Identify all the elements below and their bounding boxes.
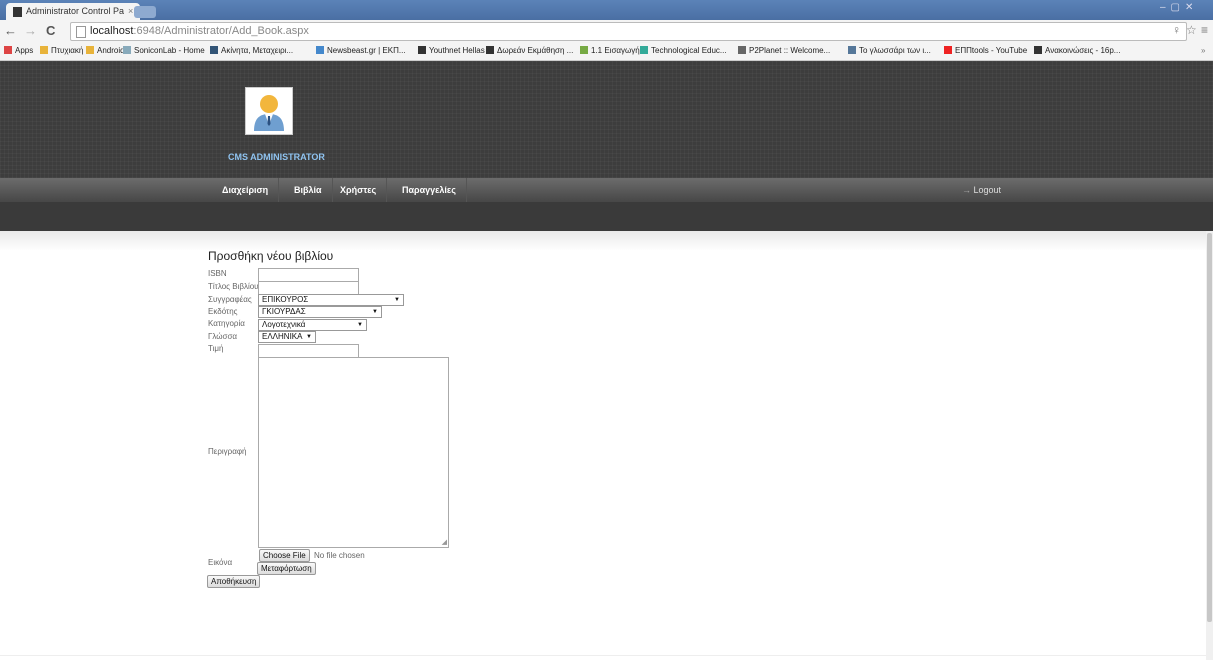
bookmark-item[interactable]: 1.1 Εισαγωγή [580, 42, 640, 60]
more-bookmarks-icon[interactable]: » [1201, 42, 1205, 60]
page-icon [486, 46, 494, 54]
dropdown-arrow-icon: ▼ [394, 297, 400, 303]
reload-icon[interactable]: C [46, 23, 55, 39]
folder-icon [40, 46, 48, 54]
browser-tab[interactable]: Administrator Control Pa × [6, 3, 140, 20]
page-header: CMS ADMINISTRATOR [0, 61, 1213, 178]
language-select[interactable]: ΕΛΛΗΝΙΚΑ ▼ [258, 331, 316, 343]
page-icon [738, 46, 746, 54]
resize-grip-icon[interactable]: ◢ [442, 538, 447, 546]
arrow-icon: → [962, 185, 974, 195]
dropdown-arrow-icon: ▼ [372, 309, 378, 315]
divider [0, 655, 1206, 656]
page-icon [640, 46, 648, 54]
choose-file-button[interactable]: Choose File [259, 549, 310, 562]
page-icon [316, 46, 324, 54]
new-tab-button[interactable] [134, 6, 156, 18]
category-value: Λογοτεχνικά [262, 320, 306, 329]
bookmark-item[interactable]: Youthnet Hellas [418, 42, 485, 60]
bookmarks-bar: Apps Πτυχιακή Android SoniconLab - Home … [0, 42, 1213, 61]
page-icon [1034, 46, 1042, 54]
dropdown-arrow-icon: ▼ [357, 322, 363, 328]
page-icon [580, 46, 588, 54]
page-icon [848, 46, 856, 54]
main-menu: Διαχείριση Βιβλία Χρήστες Παραγγελίες → … [0, 178, 1213, 202]
isbn-label: ISBN [208, 269, 227, 278]
author-value: ΕΠΙΚΟΥΡΟΣ [262, 295, 309, 304]
menu-icon[interactable]: ≡ [1201, 23, 1208, 37]
file-status: No file chosen [314, 551, 365, 560]
forward-icon[interactable]: → [24, 23, 37, 39]
menu-item-orders[interactable]: Παραγγελίες [392, 178, 467, 202]
bookmark-apps[interactable]: Apps [4, 42, 33, 60]
bookmark-item[interactable]: Android [86, 42, 125, 60]
admin-avatar [245, 87, 293, 135]
bookmark-item[interactable]: ΕΠΠtools - YouTube [944, 42, 1027, 60]
page-icon [210, 46, 218, 54]
bookmark-item[interactable]: Ακίνητα, Μεταχειρι... [210, 42, 293, 60]
menu-item-management[interactable]: Διαχείριση [212, 178, 280, 202]
address-bar[interactable]: localhost:6948/Administrator/Add_Book.as… [70, 22, 1187, 41]
folder-icon [86, 46, 94, 54]
tab-title: Administrator Control Pa [26, 6, 124, 16]
description-textarea[interactable]: ◢ [258, 357, 449, 548]
bookmark-item[interactable]: Δωρεάν Εκμάθηση ... [486, 42, 573, 60]
star-icon[interactable]: ☆ [1186, 23, 1197, 37]
author-label: Συγγραφέας [208, 295, 252, 304]
save-button[interactable]: Αποθήκευση [207, 575, 261, 588]
url-text: localhost:6948/Administrator/Add_Book.as… [90, 25, 309, 37]
publisher-value: ΓΚΙΟΥΡΔΑΣ [262, 307, 306, 316]
youtube-icon [944, 46, 952, 54]
scrollbar[interactable] [1206, 231, 1213, 660]
form-title: Προσθήκη νέου βιβλίου [208, 249, 334, 263]
bookmark-item[interactable]: SoniconLab - Home [123, 42, 205, 60]
window-controls[interactable]: –▢✕ [1160, 2, 1210, 16]
description-label: Περιγραφή [208, 447, 247, 456]
bookmark-item[interactable]: Technological Educ... [640, 42, 727, 60]
author-select[interactable]: ΕΠΙΚΟΥΡΟΣ ▼ [258, 294, 404, 306]
back-icon[interactable]: ← [4, 23, 17, 39]
close-tab-icon[interactable]: × [128, 3, 133, 20]
page-icon [123, 46, 131, 54]
content-area [0, 231, 1206, 660]
book-title-label: Τίτλος Βιβλίου [208, 282, 259, 291]
page-icon [13, 7, 22, 17]
upload-button[interactable]: Μεταφόρτωση [257, 562, 316, 575]
category-select[interactable]: Λογοτεχνικά ▼ [258, 319, 367, 331]
image-label: Εικόνα [208, 558, 233, 567]
scrollbar-thumb[interactable] [1207, 233, 1212, 622]
language-label: Γλώσσα [208, 332, 238, 341]
page-icon [76, 26, 86, 38]
language-value: ΕΛΛΗΝΙΚΑ [262, 332, 303, 341]
apps-grid-icon [4, 46, 12, 54]
sub-bar [0, 202, 1213, 231]
user-icon [254, 95, 284, 131]
menu-item-books[interactable]: Βιβλία [284, 178, 333, 202]
page-icon [418, 46, 426, 54]
bookmark-item[interactable]: Ανακοινώσεις - 16p... [1034, 42, 1120, 60]
publisher-select[interactable]: ΓΚΙΟΥΡΔΑΣ ▼ [258, 306, 382, 318]
browser-tabstrip: Administrator Control Pa × –▢✕ [0, 0, 1213, 20]
bookmark-item[interactable]: Πτυχιακή [40, 42, 83, 60]
menu-item-users[interactable]: Χρήστες [330, 178, 388, 202]
bookmark-item[interactable]: Το γλωσσάρι των ι... [848, 42, 931, 60]
price-label: Τιμή [208, 344, 224, 353]
bulb-icon[interactable]: ♀ [1172, 23, 1181, 37]
category-label: Κατηγορία [208, 319, 245, 328]
dropdown-arrow-icon: ▼ [306, 334, 312, 340]
bookmark-item[interactable]: P2Planet :: Welcome... [738, 42, 830, 60]
publisher-label: Εκδότης [208, 307, 238, 316]
brand-title: CMS ADMINISTRATOR [228, 152, 325, 162]
bookmark-item[interactable]: Newsbeast.gr | ΕΚΠ... [316, 42, 406, 60]
logout-link[interactable]: → Logout [962, 178, 1001, 202]
browser-toolbar: ← → C localhost:6948/Administrator/Add_B… [0, 20, 1213, 42]
